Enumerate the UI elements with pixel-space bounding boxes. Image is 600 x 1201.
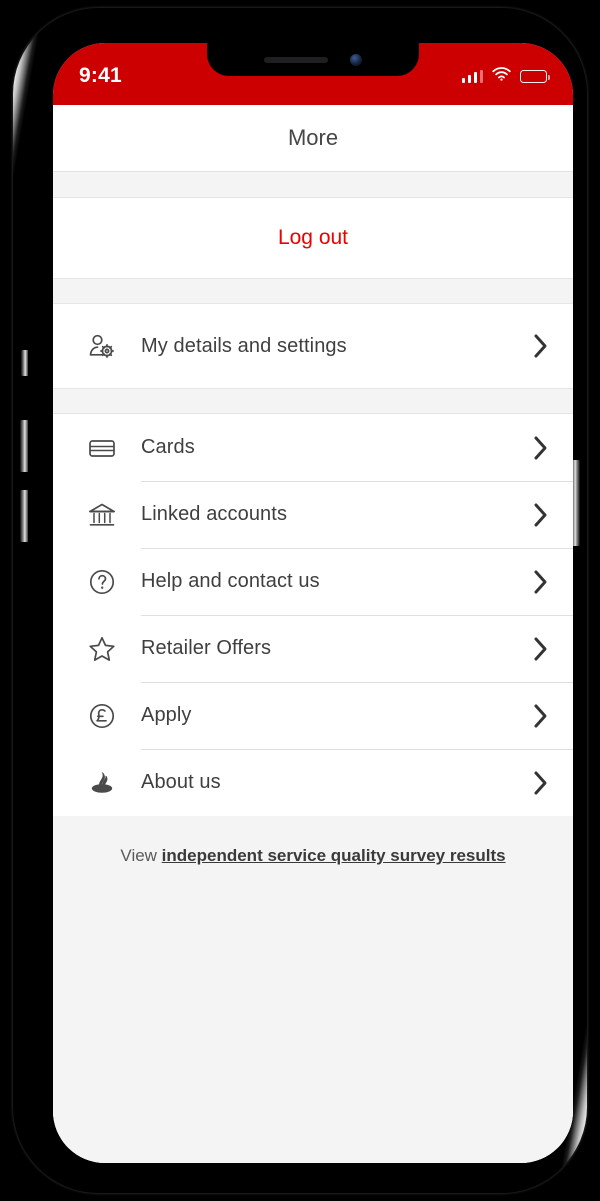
cellular-signal-icon — [461, 70, 483, 83]
phone-frame: 9:41 More Log out My details and setting… — [13, 8, 587, 1193]
menu-item-my-details-and-settings[interactable]: My details and settings — [53, 304, 573, 388]
chevron-right-icon — [533, 703, 549, 729]
santander-flame-icon — [79, 767, 125, 799]
credit-card-icon — [79, 432, 125, 464]
battery-icon — [520, 70, 550, 83]
volume-up-button[interactable] — [20, 420, 28, 472]
phone-screen: 9:41 More Log out My details and setting… — [53, 43, 573, 1163]
logout-label: Log out — [277, 226, 349, 249]
silent-switch-button[interactable] — [21, 350, 28, 376]
menu-item-retailer-offers[interactable]: Retailer Offers — [53, 615, 573, 682]
menu-item-label: Apply — [141, 704, 192, 726]
chevron-right-icon — [533, 333, 549, 359]
menu-item-label: Linked accounts — [141, 503, 288, 525]
pound-circle-icon — [79, 700, 125, 732]
menu-section: Cards Linked accounts Help and contact u… — [53, 414, 573, 816]
status-time: 9:41 — [79, 64, 122, 87]
status-bar: 9:41 — [53, 43, 573, 105]
survey-results-link[interactable]: independent service quality survey resul… — [162, 846, 506, 865]
star-icon — [79, 633, 125, 665]
front-camera-icon — [350, 53, 362, 66]
user-settings-icon — [79, 330, 125, 362]
speaker-grille — [264, 56, 328, 63]
menu-item-linked-accounts[interactable]: Linked accounts — [53, 481, 573, 548]
logout-button[interactable]: Log out — [53, 198, 573, 278]
status-icons — [461, 65, 550, 86]
chevron-right-icon — [533, 435, 549, 461]
page-title: More — [287, 125, 339, 150]
nav-bar: More — [53, 105, 573, 172]
content-scroll-area[interactable]: Log out My details and settings Cards Li… — [53, 172, 573, 1163]
section-gap — [53, 278, 573, 304]
section-gap — [53, 388, 573, 414]
menu-item-cards[interactable]: Cards — [53, 414, 573, 481]
wifi-icon — [492, 67, 511, 86]
chevron-right-icon — [533, 502, 549, 528]
section-gap — [53, 172, 573, 198]
menu-item-apply[interactable]: Apply — [53, 682, 573, 749]
menu-item-label: Help and contact us — [141, 570, 320, 592]
question-circle-icon — [79, 566, 125, 598]
menu-item-help-and-contact-us[interactable]: Help and contact us — [53, 548, 573, 615]
menu-item-label: My details and settings — [141, 334, 347, 357]
volume-down-button[interactable] — [20, 490, 28, 542]
chevron-right-icon — [533, 636, 549, 662]
chevron-right-icon — [533, 770, 549, 796]
chevron-right-icon — [533, 569, 549, 595]
account-section: My details and settings — [53, 304, 573, 388]
footer-prefix-label: View — [120, 846, 162, 865]
menu-item-about-us[interactable]: About us — [53, 749, 573, 816]
footer-note: View independent service quality survey … — [53, 816, 573, 1163]
menu-item-label: Retailer Offers — [141, 637, 272, 659]
power-button[interactable] — [572, 460, 580, 546]
logout-section: Log out — [53, 198, 573, 278]
menu-item-label: Cards — [141, 436, 195, 458]
bank-icon — [79, 499, 125, 531]
menu-item-label: About us — [141, 771, 221, 793]
notch — [207, 43, 419, 76]
